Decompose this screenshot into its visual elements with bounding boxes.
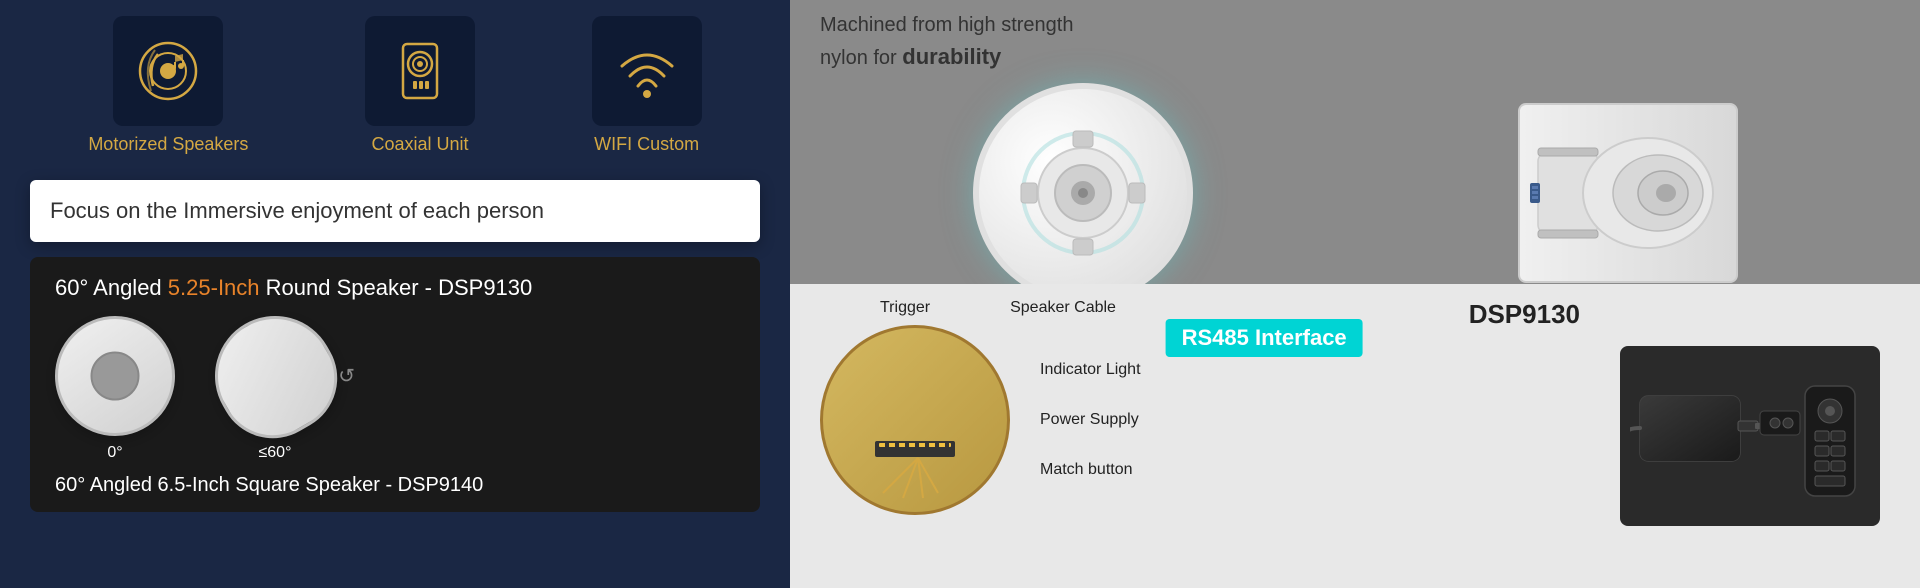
match-label: Match button bbox=[1040, 461, 1141, 479]
product2-suffix: Square Speaker - DSP9140 bbox=[230, 474, 484, 496]
durability-bold: durability bbox=[902, 44, 1001, 69]
indicator-label: Indicator Light bbox=[1040, 361, 1141, 379]
speaker-demo-angled: ↺ ≤60° bbox=[215, 316, 335, 462]
trigger-label: Trigger bbox=[880, 299, 930, 317]
speaker-cable-label: Speaker Cable bbox=[1010, 299, 1116, 317]
angle-label-60: ≤60° bbox=[259, 444, 292, 462]
speaker-diagram-circle bbox=[820, 325, 1010, 515]
feature-motorized-speakers: Motorized Speakers bbox=[88, 16, 248, 155]
dsp-title: DSP9130 bbox=[1469, 299, 1580, 330]
speaker-demo-straight: 0° bbox=[55, 316, 175, 462]
durability-description: Machined from high strength nylon for du… bbox=[820, 10, 1890, 73]
motorized-speakers-label: Motorized Speakers bbox=[88, 134, 248, 155]
rs485-badge: RS485 Interface bbox=[1166, 319, 1363, 357]
durability-line1: Machined from high strength bbox=[820, 14, 1073, 36]
motorized-speakers-icon-box bbox=[113, 16, 223, 126]
right-bottom-section: DSP9130 RS485 Interface Trigger Speaker … bbox=[790, 284, 1920, 588]
speaker-side-svg bbox=[1528, 113, 1728, 273]
products-section: 60° Angled 5.25-Inch Round Speaker - DSP… bbox=[30, 257, 760, 512]
wifi-icon-box bbox=[592, 16, 702, 126]
focus-text: Focus on the Immersive enjoyment of each… bbox=[50, 198, 544, 223]
speaker-angled-view bbox=[193, 294, 357, 458]
rotation-arrow: ↺ bbox=[338, 364, 355, 389]
accessories-box bbox=[1620, 346, 1880, 526]
coaxial-icon-box bbox=[365, 16, 475, 126]
speaker-front-view bbox=[55, 316, 175, 436]
angle-label-0: 0° bbox=[107, 444, 122, 462]
product2-highlight: 6.5-Inch bbox=[158, 474, 230, 496]
rs485-label: RS485 Interface bbox=[1182, 325, 1347, 350]
power-label: Power Supply bbox=[1040, 411, 1141, 429]
right-panel: Machined from high strength nylon for du… bbox=[790, 0, 1920, 588]
speaker-demos: 0° ↺ ≤60° bbox=[55, 316, 735, 462]
accessories-svg bbox=[1630, 356, 1870, 516]
wifi-custom-label: WIFI Custom bbox=[594, 134, 699, 155]
product2-title: 60° Angled 6.5-Inch Square Speaker - DSP… bbox=[55, 474, 735, 497]
product1-highlight: 5.25-Inch bbox=[168, 275, 260, 300]
speaker-round-image bbox=[820, 83, 1345, 303]
speaker-side-image bbox=[1365, 103, 1890, 283]
diagram-container: DSP9130 RS485 Interface Trigger Speaker … bbox=[820, 299, 1590, 573]
speaker-side-visual bbox=[1518, 103, 1738, 283]
right-top-section: Machined from high strength nylon for du… bbox=[790, 0, 1920, 284]
connector-lines-svg bbox=[823, 328, 1013, 518]
product1-prefix: 60° Angled bbox=[55, 275, 168, 300]
speaker-round-visual bbox=[973, 83, 1193, 303]
speaker-round-svg bbox=[1013, 123, 1153, 263]
product2-prefix: 60° Angled bbox=[55, 474, 158, 496]
speaker-images-row bbox=[820, 83, 1890, 303]
product1-title: 60° Angled 5.25-Inch Round Speaker - DSP… bbox=[55, 275, 735, 301]
coaxial-unit-label: Coaxial Unit bbox=[372, 134, 469, 155]
motorized-speakers-icon bbox=[133, 36, 203, 106]
wifi-icon bbox=[612, 36, 682, 106]
feature-coaxial-unit: Coaxial Unit bbox=[365, 16, 475, 155]
coaxial-icon bbox=[385, 36, 455, 106]
right-labels: Indicator Light Power Supply Match butto… bbox=[1040, 361, 1141, 479]
accessories-area bbox=[1610, 299, 1890, 573]
features-row: Motorized Speakers Coaxial Unit bbox=[0, 0, 790, 175]
product1-suffix: Round Speaker - DSP9130 bbox=[260, 275, 533, 300]
focus-banner: Focus on the Immersive enjoyment of each… bbox=[30, 180, 760, 242]
feature-wifi-custom: WIFI Custom bbox=[592, 16, 702, 155]
durability-line2: nylon for bbox=[820, 47, 902, 69]
left-panel: Motorized Speakers Coaxial Unit bbox=[0, 0, 790, 588]
